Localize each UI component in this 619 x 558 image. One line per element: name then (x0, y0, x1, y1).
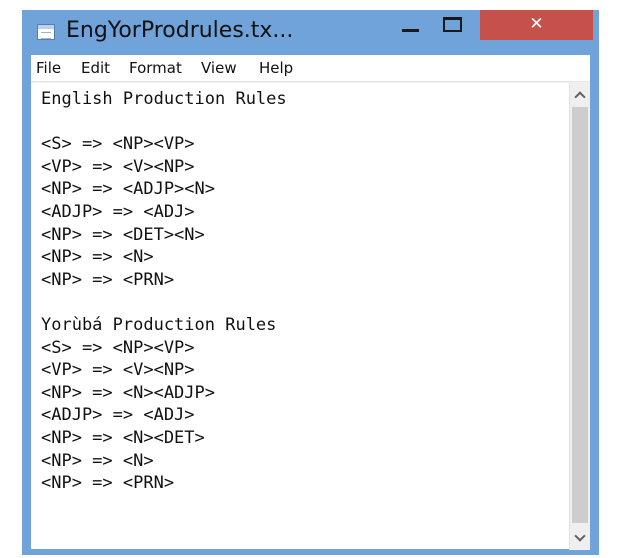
minimize-icon[interactable] (396, 14, 424, 46)
document-text[interactable]: English Production Rules <S> => <NP><VP>… (41, 88, 287, 495)
text-line: <S> => <NP><VP> (41, 134, 195, 155)
text-line: <VP> => <V><NP> (41, 360, 195, 381)
text-line: <NP> => <ADJP><N> (41, 179, 215, 200)
text-line: English Production Rules (41, 89, 287, 109)
maximize-icon[interactable] (438, 14, 466, 38)
text-line: <VP> => <V><NP> (41, 156, 195, 177)
text-line: <S> => <NP><VP> (41, 337, 195, 358)
menu-edit[interactable]: Edit (81, 59, 110, 77)
scroll-down-icon[interactable] (570, 528, 590, 548)
scroll-up-icon[interactable] (570, 85, 590, 105)
text-line: <ADJP> => <ADJ> (41, 405, 195, 426)
scrollbar-thumb[interactable] (572, 107, 588, 523)
text-line: <ADJP> => <ADJ> (41, 201, 195, 222)
menu-file[interactable]: File (36, 59, 61, 77)
text-line: <NP> => <N> (41, 247, 154, 268)
text-line (41, 111, 287, 134)
menu-bar: File Edit Format View Help (31, 55, 590, 82)
text-line (41, 291, 287, 314)
menu-help[interactable]: Help (259, 59, 293, 77)
text-line: <NP> => <N><ADJP> (41, 382, 215, 403)
text-line: <NP> => <PRN> (41, 269, 175, 290)
vertical-scrollbar[interactable] (569, 83, 590, 550)
window-title: EngYorProdrules.tx... (66, 18, 294, 43)
text-line: Yorùbá Production Rules (41, 314, 277, 335)
notepad-icon[interactable] (37, 24, 55, 40)
text-line: <NP> => <PRN> (41, 473, 175, 494)
text-editor[interactable]: English Production Rules <S> => <NP><VP>… (31, 82, 590, 550)
text-line: <NP> => <N> (41, 450, 154, 471)
menu-format[interactable]: Format (129, 59, 182, 77)
menu-view[interactable]: View (201, 59, 237, 77)
title-bar[interactable]: EngYorProdrules.tx... ✕ (22, 10, 599, 55)
notepad-window: EngYorProdrules.tx... ✕ File Edit Format… (22, 10, 599, 555)
text-line: <NP> => <N><DET> (41, 427, 205, 448)
close-icon[interactable]: ✕ (480, 10, 593, 40)
text-line: <NP> => <DET><N> (41, 224, 205, 245)
